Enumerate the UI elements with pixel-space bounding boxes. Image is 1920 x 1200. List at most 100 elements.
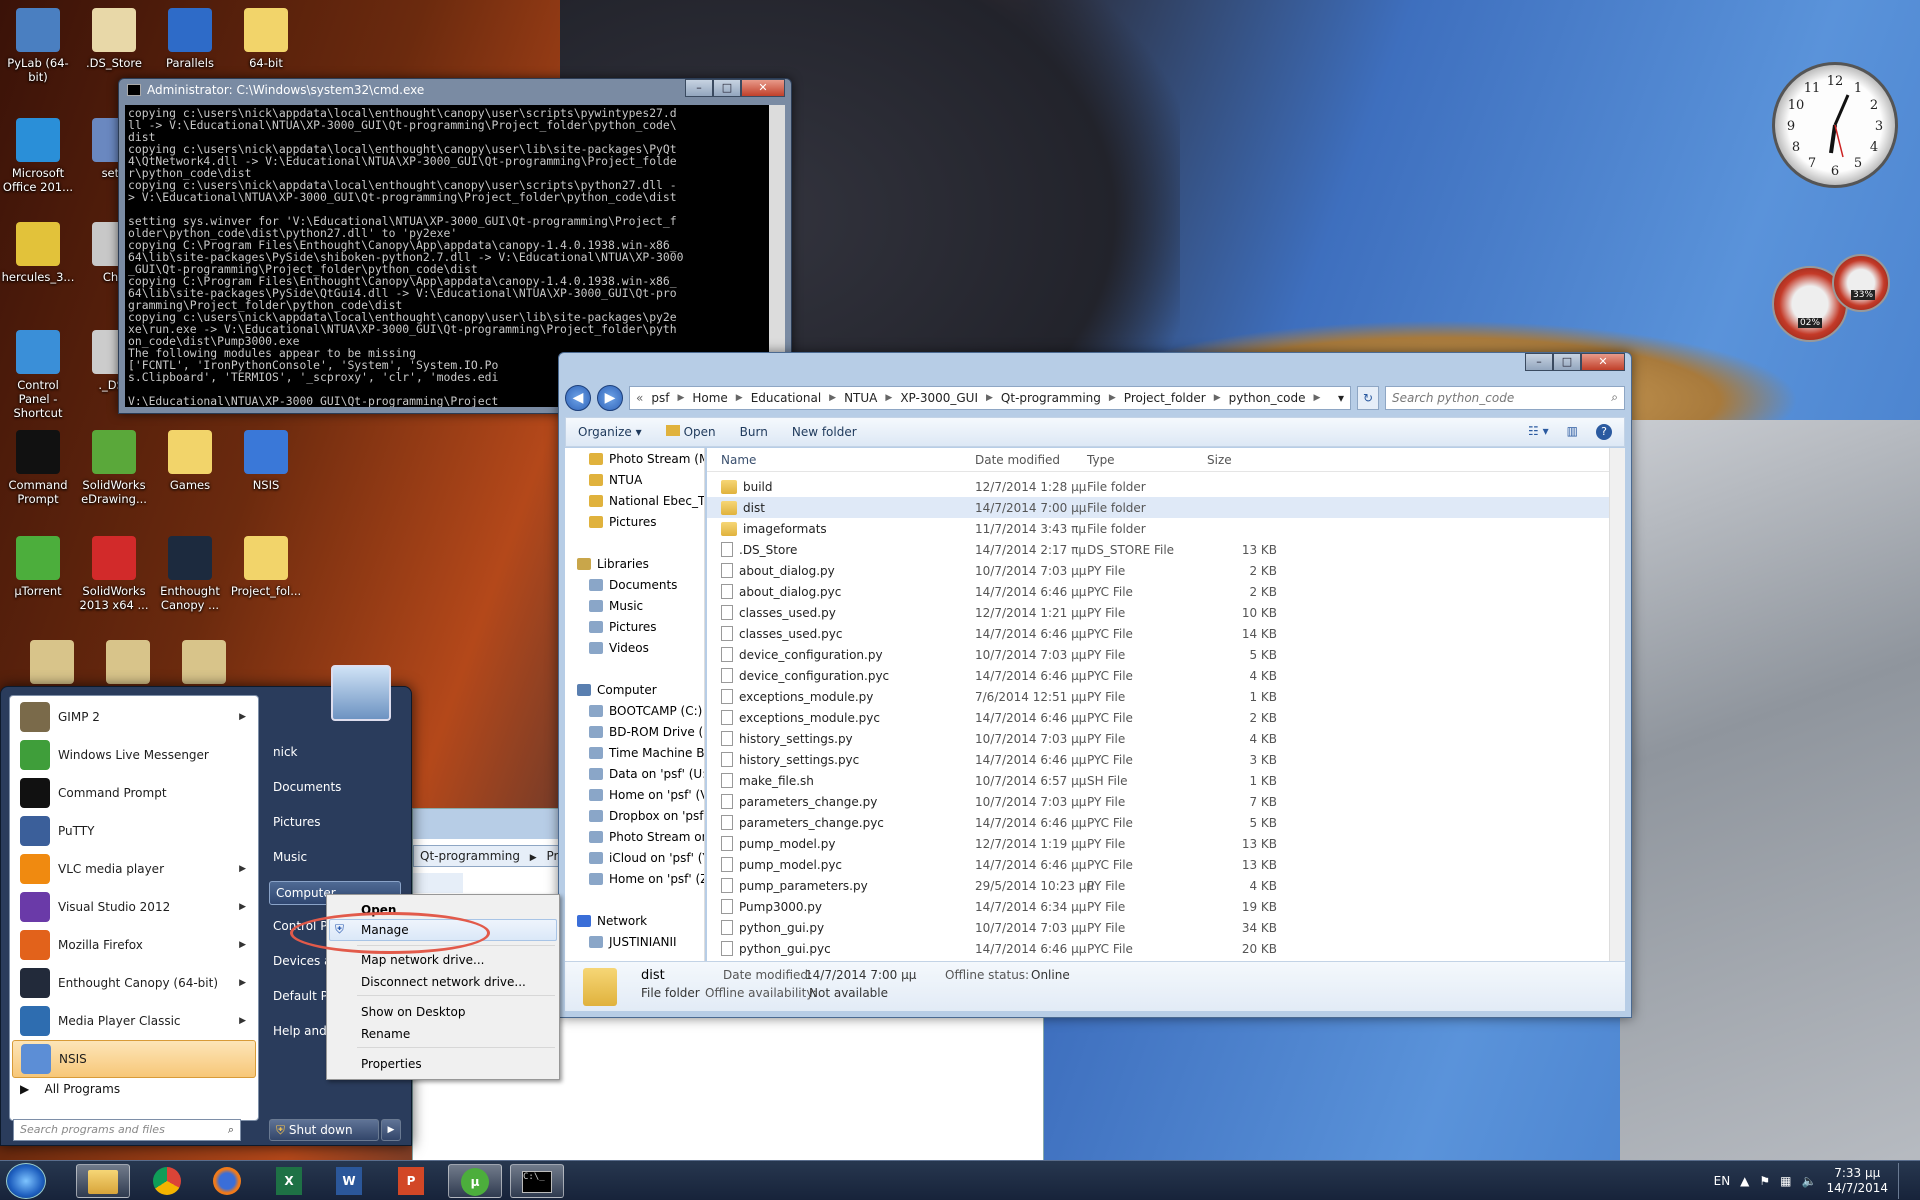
date-column-header[interactable]: Date modified	[967, 453, 1087, 467]
nav-item[interactable]: Network	[565, 910, 704, 931]
close-button[interactable]: ✕	[1581, 353, 1625, 371]
open-button[interactable]: Open	[665, 425, 716, 439]
clock-gadget[interactable]: 12 1 2 345 678 9 10 11	[1772, 62, 1898, 188]
breadcrumb-item[interactable]: psf	[651, 391, 669, 405]
file-row[interactable]: history_settings.pyc 14/7/2014 6:46 μμ PYC…	[707, 749, 1625, 770]
file-row[interactable]: pump_model.py 12/7/2014 1:19 μμ PY File 13 …	[707, 833, 1625, 854]
start-menu-item[interactable]: Windows Live Messenger	[12, 736, 256, 774]
taskbar-utorrent-button[interactable]: µ	[448, 1164, 502, 1198]
file-row[interactable]: classes_used.pyc 14/7/2014 6:46 μμ PYC Fil…	[707, 623, 1625, 644]
navigation-pane[interactable]: Photo Stream (M NTUA National Ebec_Th Pictu…	[565, 448, 705, 961]
taskbar-explorer-button[interactable]	[76, 1164, 130, 1198]
nav-item[interactable]: Computer	[565, 679, 704, 700]
nav-item[interactable]: Pictures	[565, 511, 704, 532]
nav-item[interactable]: Home on 'psf' (Z	[565, 868, 704, 889]
breadcrumb-separator-icon[interactable]: ▶	[986, 393, 993, 403]
breadcrumb-item[interactable]: NTUA	[844, 391, 877, 405]
nav-item[interactable]: iCloud on 'psf' (Y	[565, 847, 704, 868]
maximize-button[interactable]: □	[713, 79, 741, 97]
desktop-icon[interactable]: Parallels	[152, 8, 228, 70]
breadcrumb-separator-icon[interactable]: ▶	[1214, 393, 1221, 403]
organize-button[interactable]: Organize ▾	[578, 425, 642, 439]
volume-icon[interactable]: 🔈	[1802, 1174, 1817, 1188]
file-row[interactable]: python_gui.py 10/7/2014 7:03 μμ PY File 34 …	[707, 917, 1625, 938]
breadcrumb-separator-icon[interactable]: ▶	[1314, 393, 1321, 403]
file-row[interactable]: python_gui.pyc 14/7/2014 6:46 μμ PYC File 2…	[707, 938, 1625, 959]
start-menu-item[interactable]: VLC media player ▶	[12, 850, 256, 888]
file-list-scrollbar[interactable]	[1609, 448, 1625, 961]
desktop-icon[interactable]	[90, 640, 166, 688]
nav-item[interactable]: NTUA	[565, 469, 704, 490]
nav-item[interactable]: Documents	[565, 574, 704, 595]
nav-item[interactable]: Videos	[565, 637, 704, 658]
forward-arrow-icon[interactable]: ▶	[597, 385, 623, 411]
breadcrumb-separator-icon[interactable]: ▶	[736, 393, 743, 403]
start-search-input[interactable]: Search programs and files ⌕	[13, 1119, 241, 1141]
clock[interactable]: 7:33 μμ 14/7/2014	[1826, 1166, 1888, 1196]
nav-item[interactable]: BD-ROM Drive (F	[565, 721, 704, 742]
user-folder-link[interactable]: nick	[273, 745, 298, 759]
submenu-arrow-icon[interactable]: ▶	[239, 864, 246, 874]
show-hidden-icons-icon[interactable]: ▲	[1740, 1174, 1749, 1188]
flag-icon[interactable]: ⚑	[1759, 1174, 1770, 1188]
file-row[interactable]: imageformats 11/7/2014 3:43 πμ File folder	[707, 518, 1625, 539]
breadcrumb-separator-icon[interactable]: ▶	[1109, 393, 1116, 403]
nav-item[interactable]: Photo Stream (M	[565, 448, 704, 469]
explorer-window[interactable]: – □ ✕ ◀ ▶ « psf ▶ Home ▶ Educational ▶ NTUA ▶ XP-…	[558, 352, 1632, 1018]
breadcrumb-item[interactable]: XP-3000_GUI	[900, 391, 978, 405]
desktop-icon[interactable]: Command Prompt	[0, 430, 76, 506]
memory-meter-gadget[interactable]: 33%	[1832, 254, 1890, 312]
nav-item[interactable]: Music	[565, 595, 704, 616]
help-link[interactable]: Help and	[273, 1024, 327, 1038]
desktop-icon[interactable]: Microsoft Office 201...	[0, 118, 76, 194]
taskbar-chrome-button[interactable]	[140, 1164, 194, 1198]
shutdown-options-arrow[interactable]: ▶	[381, 1119, 401, 1141]
help-icon[interactable]: ?	[1596, 424, 1612, 440]
file-row[interactable]: parameters_change.py 10/7/2014 7:03 μμ PY …	[707, 791, 1625, 812]
type-column-header[interactable]: Type	[1087, 453, 1207, 467]
desktop-icon[interactable]: SolidWorks 2013 x64 ...	[76, 536, 152, 612]
music-link[interactable]: Music	[273, 850, 307, 864]
breadcrumb-item[interactable]: Educational	[751, 391, 821, 405]
taskbar-firefox-button[interactable]	[200, 1164, 254, 1198]
all-programs-button[interactable]: ▶ All Programs	[20, 1082, 120, 1096]
nav-item[interactable]: JUSTINIANII	[565, 931, 704, 952]
refresh-icon[interactable]: ↻	[1357, 386, 1379, 410]
taskbar-powerpoint-button[interactable]: P	[384, 1164, 438, 1198]
file-list-pane[interactable]: Name Date modified Type Size build 12/7/2…	[707, 448, 1625, 961]
file-row[interactable]: parameters_change.pyc 14/7/2014 6:46 μμ PY…	[707, 812, 1625, 833]
taskbar-excel-button[interactable]: X	[262, 1164, 316, 1198]
breadcrumb-item[interactable]: Project_folder	[1124, 391, 1206, 405]
network-icon[interactable]: ▦	[1780, 1174, 1791, 1188]
minimize-button[interactable]: –	[685, 79, 713, 97]
file-row[interactable]: device_configuration.py 10/7/2014 7:03 μμ…	[707, 644, 1625, 665]
back-arrow-icon[interactable]: ◀	[565, 385, 591, 411]
menu-item-rename[interactable]: Rename	[361, 1027, 410, 1041]
name-column-header[interactable]: Name	[707, 453, 967, 467]
file-row[interactable]: pump_model.pyc 14/7/2014 6:46 μμ PYC File 1…	[707, 854, 1625, 875]
breadcrumb-item[interactable]: Qt-programming	[1001, 391, 1101, 405]
start-menu-item[interactable]: GIMP 2 ▶	[12, 698, 256, 736]
maximize-button[interactable]: □	[1553, 353, 1581, 371]
desktop-icon[interactable]: NSIS	[228, 430, 304, 492]
search-input[interactable]: Search python_code ⌕	[1385, 386, 1625, 410]
desktop-icon[interactable]: Games	[152, 430, 228, 492]
address-dropdown-icon[interactable]: ▾	[1338, 391, 1344, 405]
file-row[interactable]: device_configuration.pyc 14/7/2014 6:46 μ…	[707, 665, 1625, 686]
file-row[interactable]: exceptions_module.pyc 14/7/2014 6:46 μμ PY…	[707, 707, 1625, 728]
submenu-arrow-icon[interactable]: ▶	[239, 940, 246, 950]
file-row[interactable]: dist 14/7/2014 7:00 μμ File folder	[707, 497, 1625, 518]
burn-button[interactable]: Burn	[740, 425, 768, 439]
desktop-icon[interactable]: Project_fol...	[228, 536, 304, 598]
file-row[interactable]: classes_used.py 12/7/2014 1:21 μμ PY File 1…	[707, 602, 1625, 623]
menu-item-map-network-drive[interactable]: Map network drive...	[361, 953, 485, 967]
desktop-icon[interactable]	[166, 640, 242, 688]
submenu-arrow-icon[interactable]: ▶	[239, 902, 246, 912]
breadcrumb-separator-icon[interactable]: ▶	[829, 393, 836, 403]
desktop-icon[interactable]: 64-bit	[228, 8, 304, 70]
desktop-icon[interactable]: PyLab (64-bit)	[0, 8, 76, 84]
menu-item-show-on-desktop[interactable]: Show on Desktop	[361, 1005, 465, 1019]
breadcrumb-item[interactable]: python_code	[1229, 391, 1306, 405]
minimize-button[interactable]: –	[1525, 353, 1553, 371]
desktop-icon[interactable]: .DS_Store	[76, 8, 152, 70]
